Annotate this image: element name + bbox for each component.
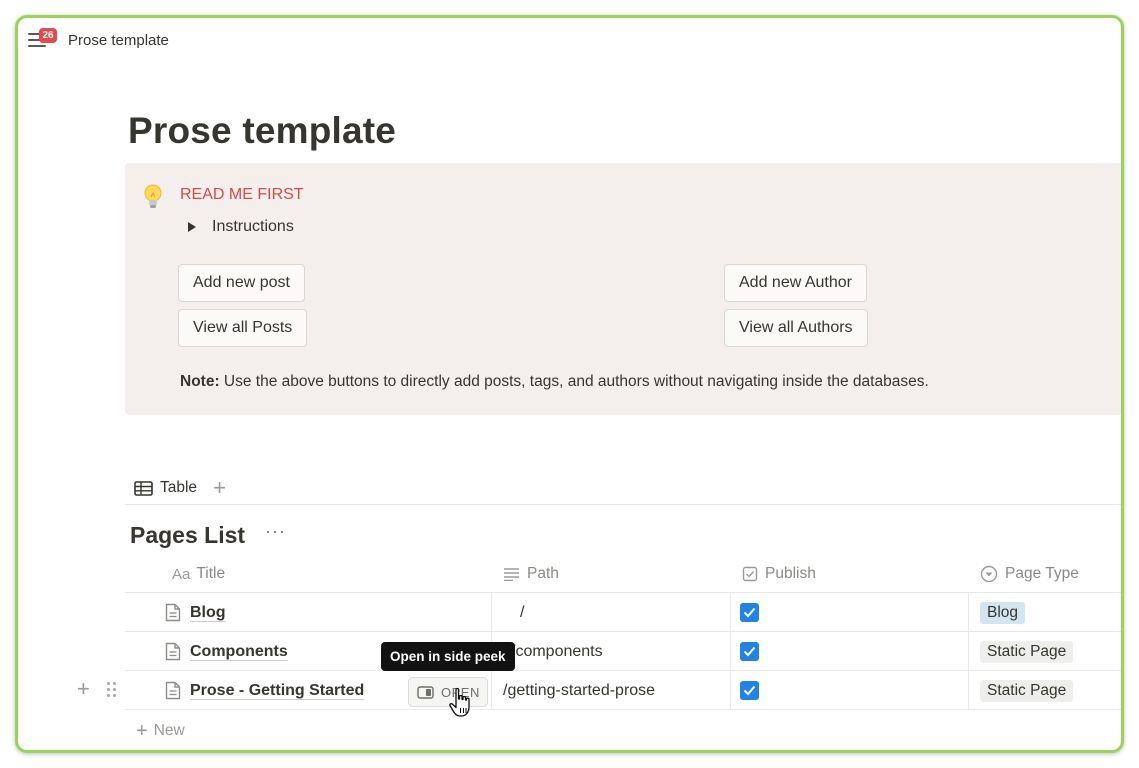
column-header-page-type[interactable]: Page Type <box>980 555 1079 593</box>
topbar: 26 Prose template <box>18 18 1121 62</box>
breadcrumb[interactable]: Prose template <box>68 32 169 49</box>
column-header-path[interactable]: Path <box>503 555 559 593</box>
new-row-label: New <box>153 722 185 739</box>
column-header-publish[interactable]: Publish <box>742 555 816 593</box>
path-cell[interactable]: /components <box>511 632 603 671</box>
publish-checkbox[interactable] <box>740 681 759 700</box>
tooltip: Open in side peek <box>381 642 515 671</box>
tab-table[interactable]: Table <box>134 479 197 497</box>
publish-cell[interactable] <box>740 632 759 671</box>
divider <box>125 504 1121 505</box>
notification-badge: 26 <box>39 28 57 43</box>
open-button-label: OPEN <box>441 684 480 700</box>
table-icon <box>134 480 153 496</box>
open-side-peek-button[interactable]: OPEN <box>408 677 488 707</box>
publish-cell[interactable] <box>740 671 759 710</box>
select-property-icon <box>980 565 998 583</box>
new-row-button[interactable]: + New <box>136 721 185 741</box>
check-icon <box>743 646 756 657</box>
table-row[interactable]: Prose - Getting Started /getting-started… <box>125 671 1121 710</box>
row-title[interactable]: Components <box>190 643 288 661</box>
table-row[interactable]: Blog / Blog <box>125 593 1121 632</box>
instructions-toggle[interactable]: Instructions <box>188 216 294 238</box>
column-header-path-label: Path <box>527 565 559 582</box>
note-text: Use the above buttons to directly add po… <box>219 373 929 390</box>
callout-note: Note: Use the above buttons to directly … <box>180 373 929 391</box>
lightbulb-icon <box>144 184 162 208</box>
plus-icon: + <box>136 720 148 742</box>
add-row-icon[interactable]: + <box>77 678 90 700</box>
more-options-icon[interactable]: ··· <box>265 521 286 542</box>
row-title[interactable]: Prose - Getting Started <box>190 682 364 700</box>
view-tabs: Table + <box>134 473 226 503</box>
page-icon <box>165 603 181 622</box>
page-type-tag: Blog <box>980 601 1026 624</box>
column-header-page-type-label: Page Type <box>1005 565 1079 582</box>
page-type-cell[interactable]: Static Page <box>980 632 1074 671</box>
sidebar-menu-button[interactable]: 26 <box>28 28 57 52</box>
tab-table-label: Table <box>160 479 198 496</box>
text-lines-icon <box>504 568 519 581</box>
view-all-authors-button[interactable]: View all Authors <box>724 309 868 347</box>
page-type-tag: Static Page <box>980 679 1074 702</box>
page-type-cell[interactable]: Blog <box>980 593 1026 632</box>
database-title[interactable]: Pages List <box>130 522 245 549</box>
column-header-title-label: Title <box>196 565 226 582</box>
view-all-posts-button[interactable]: View all Posts <box>178 309 308 347</box>
checkbox-property-icon <box>742 566 758 582</box>
note-label: Note: <box>180 373 220 390</box>
check-icon <box>743 607 756 618</box>
title-cell[interactable]: Blog <box>165 593 226 632</box>
side-peek-icon <box>417 685 434 699</box>
page-icon <box>165 642 181 661</box>
toggle-label: Instructions <box>212 218 294 235</box>
title-cell[interactable]: Prose - Getting Started <box>165 671 364 710</box>
row-title[interactable]: Blog <box>190 604 226 622</box>
table-row[interactable]: Components /components Static Page <box>125 632 1121 671</box>
column-divider <box>730 593 731 710</box>
page-type-tag: Static Page <box>980 640 1074 663</box>
callout-block: READ ME FIRST Instructions Add new post … <box>125 163 1121 415</box>
page-title[interactable]: Prose template <box>128 110 396 152</box>
page-icon <box>165 681 181 700</box>
path-cell[interactable]: /getting-started-prose <box>503 671 655 710</box>
callout-heading: READ ME FIRST <box>180 186 304 203</box>
pages-table: Aa Title Path Publish Page Type Blog / B… <box>125 555 1121 710</box>
column-header-publish-label: Publish <box>765 565 816 582</box>
text-property-icon: Aa <box>172 565 191 583</box>
table-header: Aa Title Path Publish Page Type <box>125 555 1121 593</box>
drag-handle-icon[interactable] <box>107 682 117 698</box>
publish-checkbox[interactable] <box>740 642 759 661</box>
column-header-title[interactable]: Aa Title <box>172 555 225 593</box>
path-cell[interactable]: / <box>520 593 524 632</box>
page-type-cell[interactable]: Static Page <box>980 671 1074 710</box>
add-new-author-button[interactable]: Add new Author <box>724 264 867 302</box>
check-icon <box>743 685 756 696</box>
app-window: 26 Prose template Prose template READ ME… <box>15 15 1124 753</box>
add-new-post-button[interactable]: Add new post <box>178 264 305 302</box>
title-cell[interactable]: Components <box>165 632 288 671</box>
publish-checkbox[interactable] <box>740 603 759 622</box>
add-view-icon[interactable]: + <box>213 477 226 499</box>
publish-cell[interactable] <box>740 593 759 632</box>
toggle-arrow-icon <box>188 222 196 232</box>
column-divider <box>968 593 969 710</box>
